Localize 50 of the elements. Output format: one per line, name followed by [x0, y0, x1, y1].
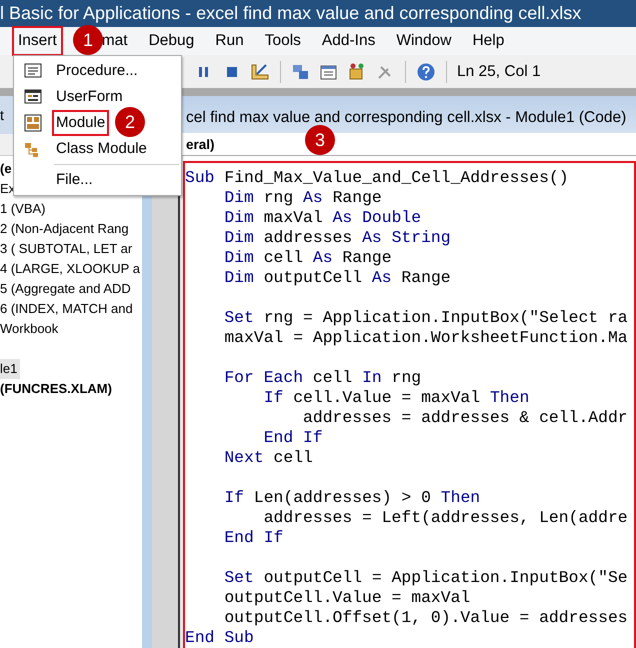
- code-line: If cell.Value = maxVal Then: [262, 388, 530, 408]
- code-line: outputCell.Value = maxVal: [223, 588, 470, 608]
- tree-item[interactable]: (e: [0, 159, 15, 179]
- code-line: Dim outputCell As Range: [223, 268, 451, 288]
- panel-title: t: [0, 107, 4, 123]
- code-line: maxVal = Application.WorksheetFunction.Ma: [223, 328, 628, 348]
- menu-item[interactable]: Help: [466, 26, 510, 56]
- menu-option[interactable]: Module: [52, 110, 110, 136]
- ruler-icon[interactable]: [250, 62, 270, 82]
- menu-item[interactable]: Debug: [142, 26, 200, 56]
- tree-item[interactable]: 4 (LARGE, XLOOKUP a: [0, 259, 142, 279]
- code-line: Set outputCell = Application.InputBox("Se: [223, 568, 628, 588]
- code-line: Sub Find_Max_Value_and_Cell_Addresses(): [185, 168, 569, 188]
- menu-item[interactable]: Window: [390, 26, 458, 56]
- menu-option[interactable]: File...: [52, 166, 97, 194]
- code-line: Dim addresses As String: [223, 228, 451, 248]
- tree-item[interactable]: 2 (Non-Adjacent Rang: [0, 219, 132, 239]
- code-line: Dim cell As Range: [223, 248, 392, 268]
- object-dropdown[interactable]: eral): [186, 137, 215, 152]
- code-line: Set rng = Application.InputBox("Select ra: [223, 308, 628, 328]
- code-line: End If: [262, 428, 323, 448]
- code-line: outputCell.Offset(1, 0).Value = addresses: [223, 608, 628, 628]
- help-icon[interactable]: [416, 62, 436, 82]
- tree-item[interactable]: Workbook: [0, 319, 62, 339]
- userform-icon: [24, 88, 42, 106]
- code-line: For Each cell In rng: [223, 368, 422, 388]
- menu-option[interactable]: Procedure...: [52, 58, 142, 84]
- code-line: If Len(addresses) > 0 Then: [223, 488, 480, 508]
- code-line: End If: [223, 528, 284, 548]
- cursor-position: Ln 25, Col 1: [457, 62, 541, 82]
- code-line: Dim rng As Range: [223, 188, 382, 208]
- menu-option[interactable]: Class Module: [52, 136, 151, 162]
- code-line: End Sub: [185, 628, 254, 648]
- code-line: Next cell: [223, 448, 313, 468]
- menu-item[interactable]: Add-Ins: [316, 26, 382, 56]
- menu-item[interactable]: Run: [209, 26, 250, 56]
- code-line: Dim maxVal As Double: [223, 208, 422, 228]
- tree-item[interactable]: 5 (Aggregate and ADD: [0, 279, 134, 299]
- tree-item[interactable]: le1: [0, 359, 20, 379]
- procedure-icon: [24, 62, 42, 80]
- menu-item[interactable]: Tools: [258, 26, 307, 56]
- tree-item[interactable]: 6 (INDEX, MATCH and: [0, 299, 136, 319]
- tree-item[interactable]: (FUNCRES.XLAM): [0, 379, 115, 399]
- code-line: addresses = Left(addresses, Len(addre: [262, 508, 628, 528]
- code-window-title: cel find max value and corresponding cell.xlsx - Module1 (Code): [186, 109, 626, 126]
- tree-item[interactable]: 1 (VBA): [0, 199, 49, 219]
- module-icon: [24, 114, 42, 132]
- tree-item[interactable]: 3 ( SUBTOTAL, LET ar: [0, 239, 136, 259]
- code-line: addresses = addresses & cell.Addr: [302, 408, 628, 428]
- window-title: l Basic for Applications - excel find max value and corresponding cell.xlsx: [0, 0, 636, 27]
